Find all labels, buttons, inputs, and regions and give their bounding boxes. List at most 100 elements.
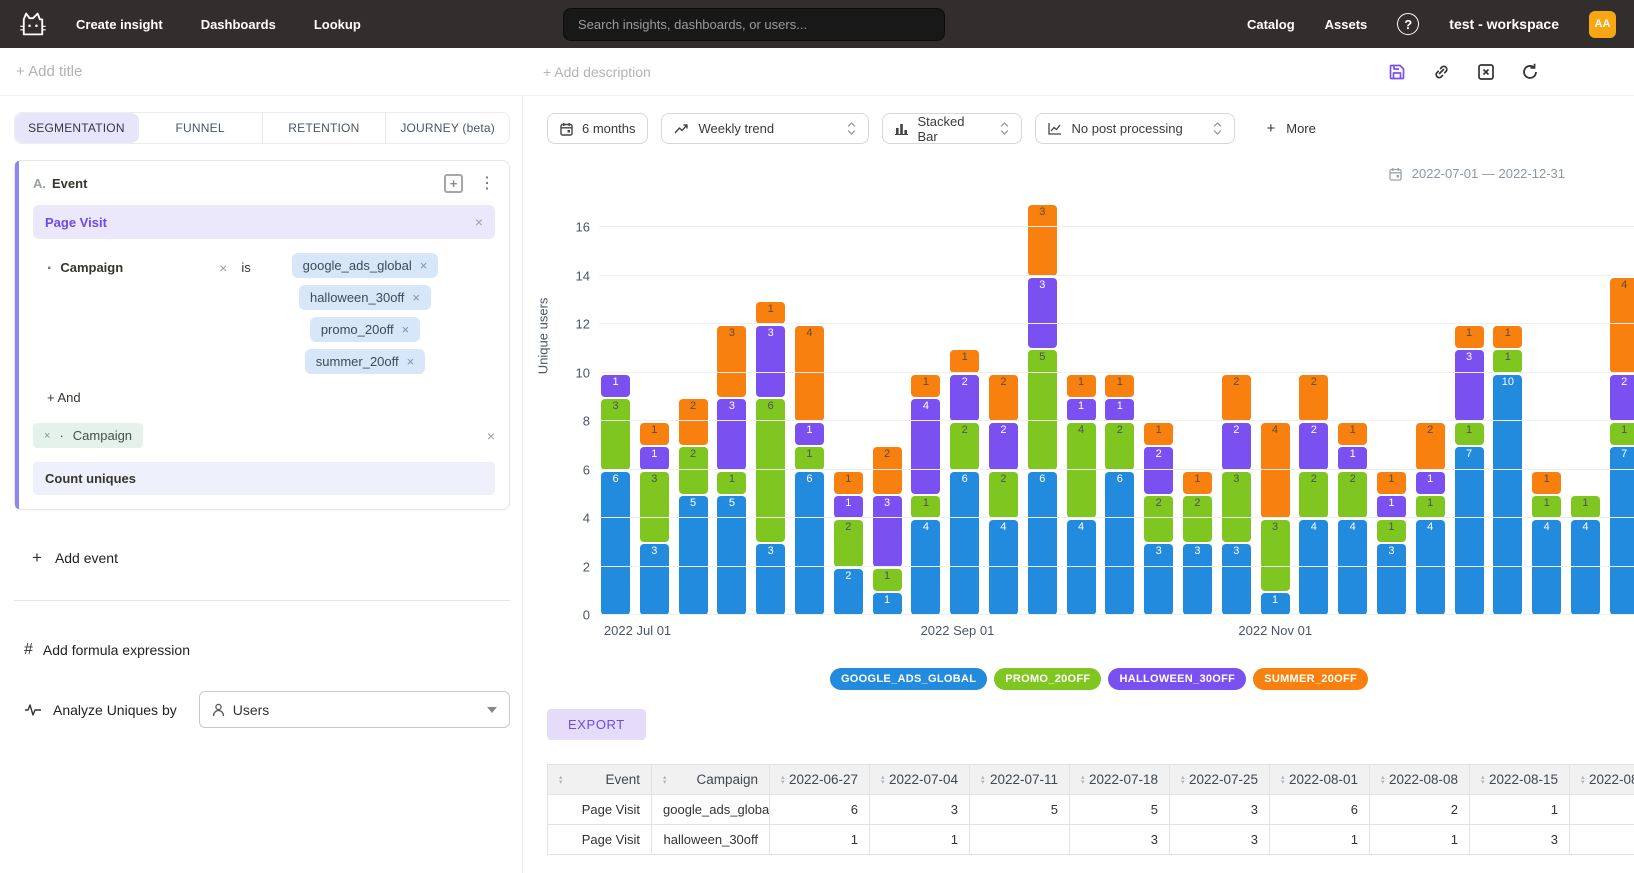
bar-segment[interactable]: 4 — [989, 520, 1018, 615]
add-filter-icon[interactable]: + — [444, 174, 463, 193]
column-header[interactable]: ▴▾2022-08-22 — [1570, 765, 1634, 795]
bar-segment[interactable]: 2 — [1222, 423, 1251, 470]
app-logo-cat-icon[interactable] — [18, 11, 48, 37]
event-name[interactable]: Page Visit — [45, 215, 107, 230]
event-selector[interactable]: Page Visit × — [33, 205, 495, 239]
bar-segment[interactable]: 1 — [756, 302, 785, 324]
bar-2022-09-26[interactable]: 6211 — [1105, 375, 1134, 616]
event-card-menu-icon[interactable]: ⋮ — [479, 176, 495, 192]
remove-value-icon[interactable]: × — [402, 322, 410, 337]
bar-segment[interactable]: 2 — [989, 423, 1018, 470]
bar-segment[interactable]: 1 — [795, 423, 824, 445]
bar-segment[interactable]: 2 — [1338, 472, 1367, 519]
bar-segment[interactable]: 6 — [1028, 472, 1057, 616]
bar-segment[interactable]: 2 — [1144, 447, 1173, 494]
bar-segment[interactable]: 1 — [640, 447, 669, 469]
bar-segment[interactable]: 1 — [601, 375, 630, 397]
bar-segment[interactable]: 1 — [1493, 350, 1522, 372]
bar-segment[interactable]: 7 — [1455, 447, 1484, 615]
remove-value-icon[interactable]: × — [420, 258, 428, 273]
bar-segment[interactable]: 3 — [717, 399, 746, 470]
bar-segment[interactable]: 2 — [1222, 375, 1251, 422]
bar-segment[interactable]: 1 — [911, 496, 940, 518]
nav-create-insight[interactable]: Create insight — [76, 17, 163, 32]
bar-segment[interactable]: 1 — [1377, 496, 1406, 518]
bar-segment[interactable]: 10 — [1493, 375, 1522, 616]
tab-retention[interactable]: RETENTION — [263, 113, 387, 143]
bar-segment[interactable]: 2 — [873, 447, 902, 494]
bar-segment[interactable]: 4 — [1067, 423, 1096, 518]
bar-segment[interactable]: 6 — [795, 472, 824, 616]
bar-2022-10-24[interactable]: 134 — [1261, 423, 1290, 615]
bar-segment[interactable]: 1 — [1493, 326, 1522, 348]
more-button[interactable]: + More — [1266, 120, 1315, 137]
bar-segment[interactable]: 1 — [1532, 472, 1561, 494]
bar-segment[interactable]: 3 — [1222, 544, 1251, 615]
bar-2022-11-07[interactable]: 4211 — [1338, 423, 1367, 615]
bar-segment[interactable]: 3 — [1028, 278, 1057, 349]
bar-segment[interactable]: 4 — [1532, 520, 1561, 615]
bar-2022-06-27[interactable]: 631 — [601, 375, 630, 616]
bar-segment[interactable]: 4 — [1067, 520, 1096, 615]
tab-funnel[interactable]: FUNNEL — [139, 113, 263, 143]
filter-value-tag[interactable]: google_ads_global× — [292, 253, 439, 278]
bar-segment[interactable]: 2 — [989, 472, 1018, 519]
bar-2022-08-15[interactable]: 1132 — [873, 447, 902, 615]
bar-segment[interactable]: 1 — [834, 496, 863, 518]
bar-segment[interactable]: 3 — [601, 399, 630, 470]
bar-segment[interactable]: 5 — [1028, 350, 1057, 469]
bar-segment[interactable]: 3 — [1455, 350, 1484, 421]
bar-segment[interactable]: 3 — [1028, 205, 1057, 276]
bar-2022-08-08[interactable]: 2211 — [834, 472, 863, 616]
bar-segment[interactable]: 7 — [1610, 447, 1634, 615]
bar-segment[interactable]: 1 — [640, 423, 669, 445]
bar-segment[interactable]: 6 — [601, 472, 630, 616]
column-header[interactable]: ▴▾2022-08-15 — [1470, 765, 1570, 795]
bar-segment[interactable]: 4 — [1610, 278, 1634, 373]
filter-value-tag[interactable]: halloween_30off× — [299, 285, 431, 310]
bar-2022-11-21[interactable]: 4112 — [1416, 423, 1445, 615]
bar-segment[interactable]: 6 — [1105, 472, 1134, 616]
chart-type-select[interactable]: Stacked Bar — [882, 113, 1022, 144]
bar-segment[interactable]: 3 — [1261, 520, 1290, 591]
bar-segment[interactable]: 2 — [950, 375, 979, 422]
bar-segment[interactable]: 4 — [1338, 520, 1367, 615]
bar-2022-10-10[interactable]: 321 — [1183, 472, 1212, 616]
bar-segment[interactable]: 2 — [834, 569, 863, 616]
bar-2022-07-04[interactable]: 3311 — [640, 423, 669, 615]
bar-segment[interactable]: 2 — [1144, 496, 1173, 543]
bar-segment[interactable]: 2 — [1183, 496, 1212, 543]
bar-segment[interactable]: 2 — [1299, 423, 1328, 470]
bar-segment[interactable]: 1 — [1338, 447, 1367, 469]
bar-segment[interactable]: 1 — [950, 350, 979, 372]
trend-select[interactable]: Weekly trend — [661, 113, 869, 144]
bar-2022-07-18[interactable]: 5133 — [717, 326, 746, 615]
column-header[interactable]: ▴▾2022-07-04 — [870, 765, 970, 795]
search-input[interactable] — [563, 8, 945, 41]
clear-breakdown-icon[interactable]: × — [487, 428, 495, 444]
bar-segment[interactable]: 2 — [1299, 472, 1328, 519]
bar-2022-12-05[interactable]: 10 11 — [1493, 326, 1522, 615]
bar-segment[interactable]: 4 — [795, 326, 824, 421]
bar-segment[interactable]: 1 — [1067, 399, 1096, 421]
bar-segment[interactable]: 3 — [1222, 472, 1251, 543]
analyze-by-select[interactable]: Users — [199, 691, 510, 728]
bar-segment[interactable]: 1 — [1455, 423, 1484, 445]
close-insight-icon[interactable] — [1476, 62, 1496, 82]
bar-2022-11-14[interactable]: 3111 — [1377, 472, 1406, 616]
bar-segment[interactable]: 2 — [989, 375, 1018, 422]
bar-2022-07-25[interactable]: 3631 — [756, 302, 785, 615]
bar-2022-10-03[interactable]: 3221 — [1144, 423, 1173, 615]
tab-segmentation[interactable]: SEGMENTATION — [15, 113, 139, 143]
nav-dashboards[interactable]: Dashboards — [201, 17, 276, 32]
bar-segment[interactable]: 2 — [1299, 375, 1328, 422]
bar-segment[interactable]: 1 — [717, 472, 746, 494]
bar-2022-08-22[interactable]: 4141 — [911, 375, 940, 616]
bar-segment[interactable]: 2 — [1416, 423, 1445, 470]
legend-pill[interactable]: SUMMER_20OFF — [1253, 668, 1368, 690]
column-header[interactable]: ▴▾Campaign — [652, 765, 770, 795]
bar-segment[interactable]: 3 — [640, 544, 669, 615]
filter-property[interactable]: Campaign — [60, 260, 123, 275]
bar-segment[interactable]: 2 — [679, 399, 708, 446]
remove-value-icon[interactable]: × — [412, 290, 420, 305]
